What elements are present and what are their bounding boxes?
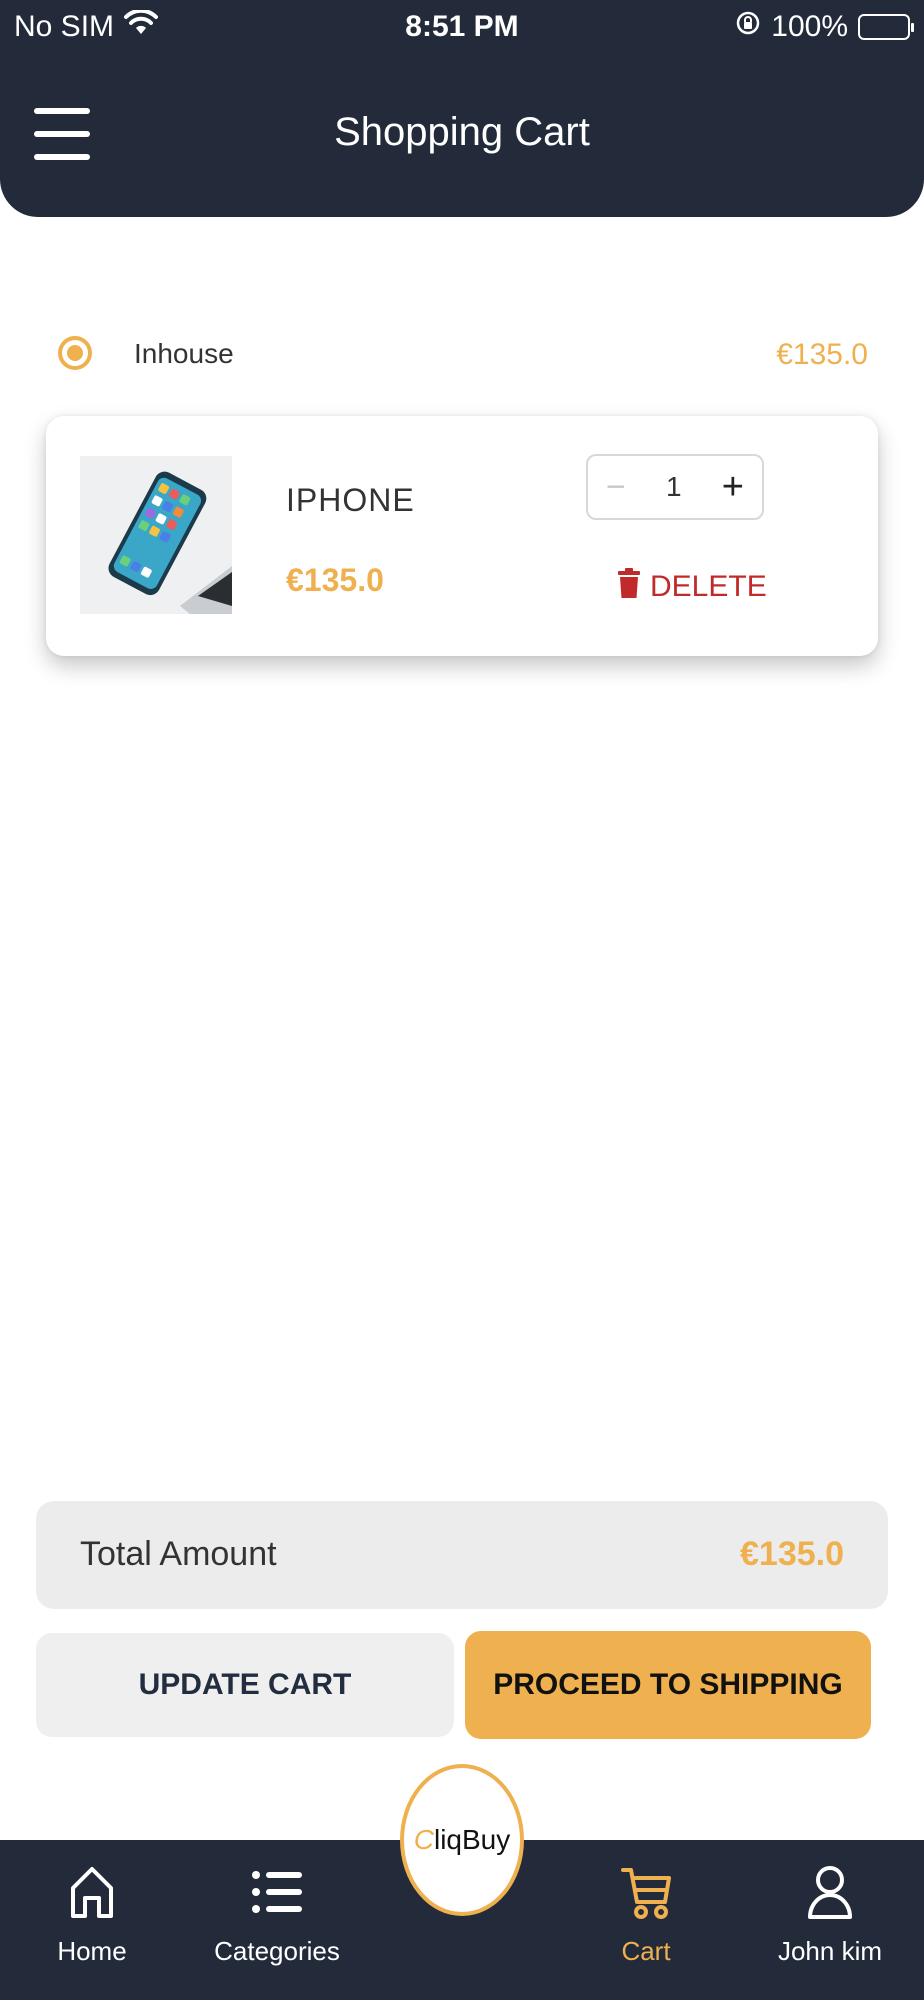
- cliqbuy-logo-button[interactable]: CliqBuy: [400, 1764, 524, 1916]
- decrease-quantity-button[interactable]: −: [606, 470, 626, 504]
- status-right: 100%: [735, 10, 914, 44]
- nav-categories-label: Categories: [214, 1936, 340, 1966]
- total-amount-bar: Total Amount €135.0: [36, 1501, 888, 1609]
- trash-icon: [618, 568, 640, 606]
- delete-button[interactable]: DELETE: [618, 568, 767, 606]
- cart-icon: [621, 1860, 671, 1924]
- proceed-to-shipping-button[interactable]: PROCEED TO SHIPPING: [465, 1631, 871, 1739]
- increase-quantity-button[interactable]: +: [722, 468, 744, 506]
- nav-cart[interactable]: Cart: [566, 1840, 726, 2000]
- page-title: Shopping Cart: [334, 110, 590, 154]
- battery-percent: 100%: [771, 10, 848, 43]
- product-price: €135.0: [286, 562, 384, 598]
- quantity-value: 1: [666, 471, 682, 502]
- product-image[interactable]: [80, 456, 232, 614]
- cart-item-card: IPHONE €135.0 − 1 + DELETE: [46, 416, 878, 656]
- update-cart-button[interactable]: UPDATE CART: [36, 1633, 454, 1737]
- nav-cart-label: Cart: [621, 1936, 671, 1966]
- seller-row[interactable]: Inhouse €135.0: [58, 330, 868, 380]
- nav-categories[interactable]: Categories: [197, 1840, 357, 2000]
- app-header: No SIM 8:51 PM 100% Shopping Cart: [0, 0, 924, 217]
- nav-account-label: John kim: [777, 1936, 883, 1966]
- logo-text: liqBuy: [433, 1824, 511, 1855]
- list-icon: [252, 1860, 302, 1924]
- nav-account[interactable]: John kim: [750, 1840, 910, 2000]
- seller-name: Inhouse: [134, 338, 234, 369]
- quantity-stepper: − 1 +: [586, 454, 764, 520]
- seller-radio[interactable]: [58, 336, 92, 370]
- battery-icon: [858, 14, 914, 40]
- user-icon: [807, 1860, 853, 1924]
- nav-home[interactable]: Home: [12, 1840, 172, 2000]
- status-bar: No SIM 8:51 PM 100%: [0, 0, 924, 56]
- logo-initial: C: [413, 1824, 434, 1855]
- delete-label: DELETE: [650, 570, 767, 603]
- product-name: IPHONE: [286, 482, 415, 518]
- rotation-lock-icon: [735, 10, 761, 44]
- nav-home-label: Home: [57, 1936, 127, 1966]
- total-label: Total Amount: [80, 1535, 277, 1573]
- seller-subtotal: €135.0: [776, 338, 868, 371]
- total-value: €135.0: [740, 1535, 844, 1573]
- home-icon: [69, 1860, 115, 1924]
